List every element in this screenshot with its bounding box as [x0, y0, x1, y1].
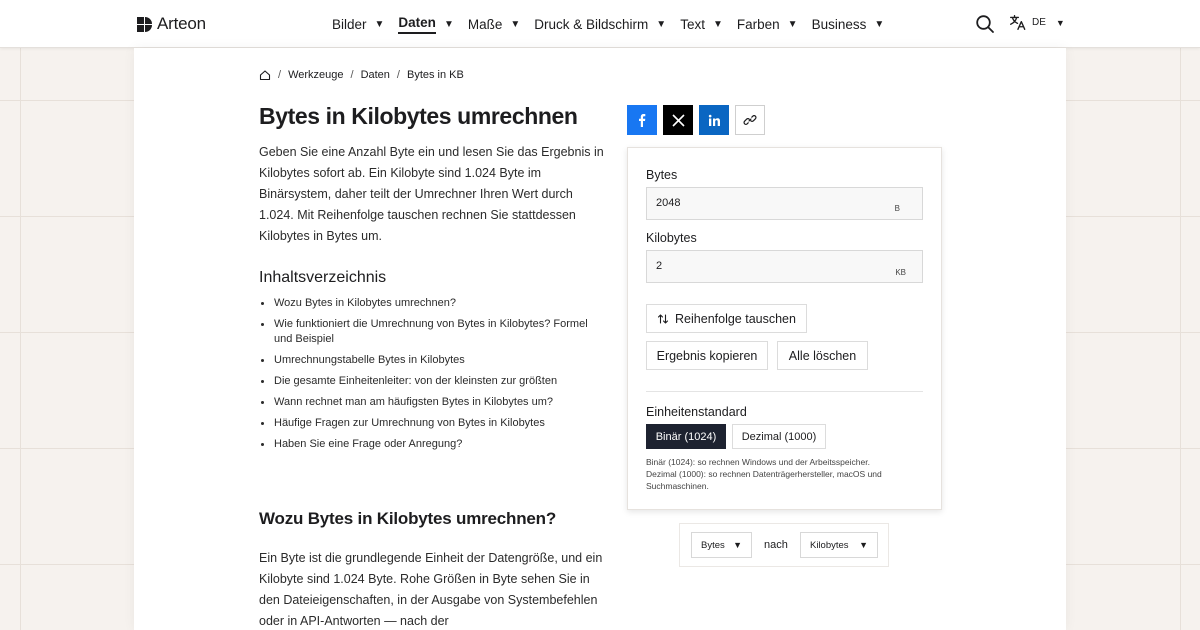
chevron-down-icon: ▼ [443, 18, 454, 30]
unit-standard-label: Einheitenstandard [646, 405, 747, 419]
top-navigation-bar: Arteon Bilder ▼ Daten ▼ Maße ▼ Druck & Bild… [0, 0, 1200, 48]
breadcrumb-item-current: Bytes in KB [406, 69, 464, 81]
toc-title: Inhaltsverzeichnis [259, 269, 387, 286]
share-linkedin-button[interactable] [699, 105, 729, 135]
brand-logo[interactable]: Arteon [137, 14, 206, 34]
nav-item-business[interactable]: Business ▼ [812, 0, 885, 48]
chevron-down-icon: ▼ [1055, 17, 1065, 28]
toc-item[interactable]: Häufige Fragen zur Umrechnung von Bytes … [259, 416, 604, 431]
kilobytes-label: Kilobytes [646, 231, 697, 245]
home-icon[interactable] [259, 69, 271, 81]
share-buttons [627, 105, 765, 135]
standard-note: Binär (1024): so rechnen Windows und der… [646, 457, 882, 491]
toc-item[interactable]: Umrechnungstabelle Bytes in Kilobytes [259, 353, 604, 368]
nav-item-farben[interactable]: Farben ▼ [737, 0, 798, 48]
brand-logo-icon [137, 16, 152, 32]
chevron-down-icon: ▼ [733, 540, 742, 550]
chevron-down-icon: ▼ [712, 18, 723, 30]
bytes-unit: B [894, 204, 900, 213]
toc-item[interactable]: Wie funktioniert die Umrechnung von Byte… [259, 317, 604, 347]
breadcrumb: / Werkzeuge / Daten / Bytes in KB [259, 69, 464, 81]
nav-item-text[interactable]: Text ▼ [680, 0, 723, 48]
breadcrumb-item-daten[interactable]: Daten [361, 69, 390, 81]
nav-item-daten[interactable]: Daten ▼ [398, 0, 454, 48]
main-nav: Bilder ▼ Daten ▼ Maße ▼ Druck & Bildschirm ▼… [332, 0, 898, 48]
search-icon[interactable] [975, 14, 995, 34]
chevron-down-icon: ▼ [874, 18, 885, 30]
swap-arrows-icon [657, 313, 669, 324]
toc-item[interactable]: Die gesamte Einheitenleiter: von der kle… [259, 374, 604, 389]
x-icon [671, 113, 685, 127]
decimal-standard-toggle[interactable]: Dezimal (1000) [732, 424, 826, 449]
breadcrumb-item-werkzeuge[interactable]: Werkzeuge [288, 69, 343, 81]
kilobytes-unit: KB [895, 268, 906, 277]
link-icon [743, 115, 757, 125]
page-title: Bytes in Kilobytes umrechnen [259, 103, 578, 129]
linkedin-icon [708, 114, 720, 126]
copy-link-button[interactable] [735, 105, 765, 135]
brand-name: Arteon [157, 14, 206, 33]
bytes-value: 2048 [656, 197, 681, 209]
language-switcher[interactable]: DE ▼ [1009, 14, 1065, 31]
share-facebook-button[interactable] [627, 105, 657, 135]
kilobytes-input[interactable]: 2 KB [646, 250, 923, 283]
toc-item[interactable]: Haben Sie eine Frage oder Anregung? [259, 437, 604, 452]
chevron-down-icon: ▼ [859, 540, 868, 550]
kilobytes-value: 2 [656, 260, 663, 272]
section-title: Wozu Bytes in Kilobytes umrechnen? [259, 509, 557, 528]
unit-connector: nach [764, 539, 788, 551]
nav-item-masse[interactable]: Maße ▼ [468, 0, 520, 48]
intro-text: Geben Sie eine Anzahl Byte ein und lesen… [259, 145, 604, 243]
bytes-label: Bytes [646, 168, 678, 182]
nav-item-bilder[interactable]: Bilder ▼ [332, 0, 384, 48]
nav-item-druck-bildschirm[interactable]: Druck & Bildschirm ▼ [534, 0, 666, 48]
clear-all-button[interactable]: Alle löschen [777, 341, 868, 370]
swap-order-button[interactable]: Reihenfolge tauschen [646, 304, 807, 333]
chevron-down-icon: ▼ [510, 18, 521, 30]
toc-item[interactable]: Wozu Bytes in Kilobytes umrechnen? [259, 296, 604, 311]
language-code: DE [1032, 17, 1046, 28]
to-unit-select[interactable]: Kilobytes ▼ [800, 532, 878, 558]
section-text: Ein Byte ist die grundlegende Einheit de… [259, 551, 603, 628]
toc-item[interactable]: Wann rechnet man am häufigsten Bytes in … [259, 395, 604, 410]
share-x-button[interactable] [663, 105, 693, 135]
from-unit-select[interactable]: Bytes ▼ [691, 532, 752, 558]
unit-selector-bar: Bytes ▼ nach Kilobytes ▼ [679, 523, 889, 567]
copy-result-button[interactable]: Ergebnis kopieren [646, 341, 768, 370]
table-of-contents: Wozu Bytes in Kilobytes umrechnen? Wie f… [259, 296, 604, 458]
divider [646, 391, 923, 392]
chevron-down-icon: ▼ [656, 18, 667, 30]
binary-standard-toggle[interactable]: Binär (1024) [646, 424, 726, 449]
translate-icon [1010, 15, 1026, 30]
converter-panel: Bytes 2048 B Kilobytes 2 KB Reihenfolge … [627, 147, 942, 510]
content-card: / Werkzeuge / Daten / Bytes in KB Bytes … [134, 48, 1066, 630]
chevron-down-icon: ▼ [787, 18, 798, 30]
facebook-icon [639, 114, 646, 127]
chevron-down-icon: ▼ [374, 18, 385, 30]
bytes-input[interactable]: 2048 B [646, 187, 923, 220]
